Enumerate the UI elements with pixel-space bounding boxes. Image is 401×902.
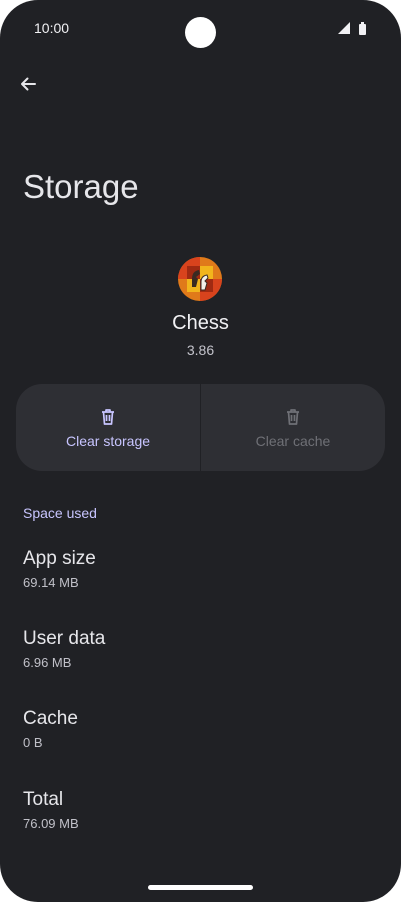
- cache-row: Cache 0 B: [23, 708, 78, 750]
- back-arrow-icon: [21, 77, 36, 91]
- user-data-value: 6.96 MB: [23, 655, 72, 670]
- total-row: Total 76.09 MB: [23, 789, 79, 831]
- page-title: Storage: [23, 168, 139, 205]
- camera-cutout: [185, 17, 216, 48]
- battery-icon: [359, 22, 366, 35]
- signal-icon: [338, 22, 350, 34]
- phone-screen: 10:00 Storage Chess 3.86 Clear storage C…: [0, 0, 401, 902]
- clear-storage-label: Clear storage: [65, 432, 151, 449]
- clear-cache-button[interactable]: Clear cache: [201, 384, 385, 471]
- space-used-header: Space used: [23, 505, 97, 521]
- app-size-row: App size 69.14 MB: [23, 548, 96, 590]
- home-indicator[interactable]: [148, 885, 253, 890]
- chess-app-icon: [178, 257, 222, 301]
- status-bar: 10:00: [0, 0, 401, 56]
- app-version: 3.86: [186, 342, 215, 358]
- total-label: Total: [23, 789, 64, 810]
- trash-icon: [102, 408, 114, 425]
- status-time: 10:00: [34, 20, 70, 36]
- clear-cache-label: Clear cache: [255, 432, 331, 449]
- total-value: 76.09 MB: [23, 816, 79, 831]
- clear-storage-button[interactable]: Clear storage: [16, 384, 200, 471]
- trash-icon: [287, 408, 299, 425]
- cache-value: 0 B: [23, 735, 43, 750]
- cache-label: Cache: [23, 708, 78, 729]
- storage-actions-card: Clear storage Clear cache: [16, 384, 385, 471]
- back-button[interactable]: [10, 66, 46, 102]
- app-size-label: App size: [23, 548, 96, 569]
- user-data-row: User data 6.96 MB: [23, 628, 105, 670]
- app-name: Chess: [172, 312, 229, 334]
- status-icons: [337, 21, 371, 35]
- app-size-value: 69.14 MB: [23, 575, 79, 590]
- user-data-label: User data: [23, 628, 106, 649]
